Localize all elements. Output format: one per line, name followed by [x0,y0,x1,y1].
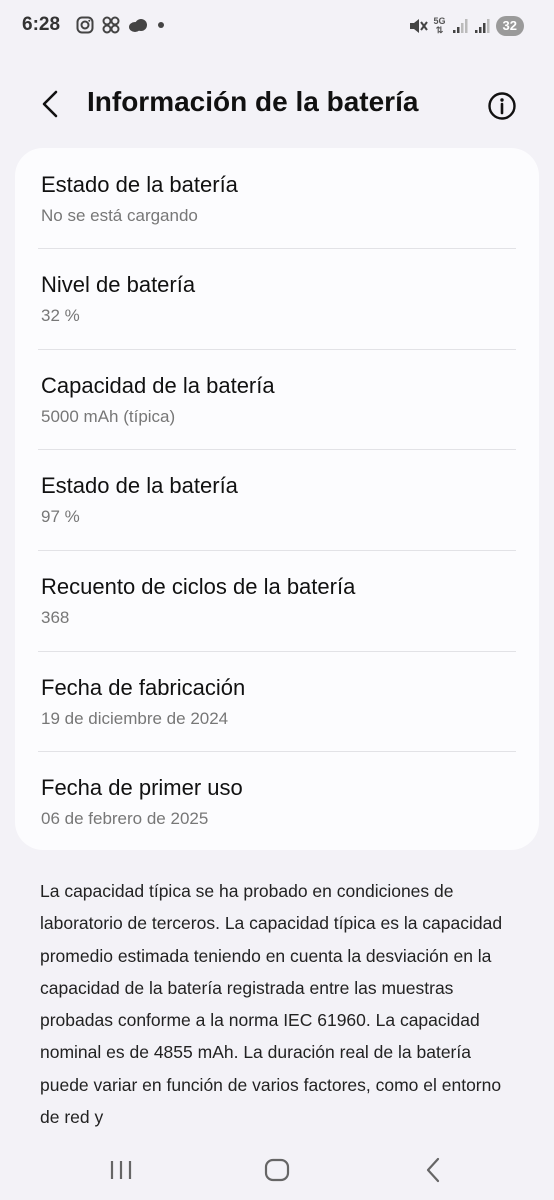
info-icon [488,92,516,120]
status-bar: 6:28 5G ⇅ 32 [0,0,554,52]
battery-indicator: 32 [495,16,524,36]
item-value: 368 [41,608,70,627]
list-item-battery-level: Nivel de batería 32 % [15,248,539,348]
item-value: No se está cargando [41,206,198,225]
info-button[interactable] [480,84,524,128]
item-value: 32 % [41,306,80,325]
cloud-icon [129,19,147,32]
item-value: 97 % [41,507,80,526]
instagram-icon [76,16,94,34]
battery-info-card: Estado de la batería No se está cargando… [15,148,539,850]
list-item-manufacture-date: Fecha de fabricación 19 de diciembre de … [15,651,539,751]
back-nav-button[interactable] [408,1150,458,1190]
item-value: 19 de diciembre de 2024 [41,709,229,728]
navigation-bar [0,1140,554,1200]
app-header: Información de la batería [0,70,554,134]
item-label: Fecha de primer uso [41,775,243,800]
home-button[interactable] [252,1150,302,1190]
home-icon [264,1158,290,1182]
item-label: Recuento de ciclos de la batería [41,574,356,599]
item-value: 06 de febrero de 2025 [41,809,209,828]
status-time: 6:28 [22,14,61,35]
capacity-note: La capacidad típica se ha probado en con… [40,881,503,1128]
item-label: Estado de la batería [41,172,238,197]
mute-icon [409,19,428,33]
notification-icons [76,16,166,34]
back-icon [426,1157,440,1183]
pinwheel-icon [102,16,120,34]
item-label: Nivel de batería [41,272,196,297]
item-label: Capacidad de la batería [41,373,275,398]
back-arrow-icon [42,90,58,118]
list-item-cycle-count: Recuento de ciclos de la batería 368 [15,550,539,650]
list-item-battery-status: Estado de la batería No se está cargando [15,148,539,248]
dot-icon [158,22,164,28]
page-title: Información de la batería [87,86,419,117]
signal-icon [452,19,468,33]
item-label: Fecha de fabricación [41,675,246,700]
item-label: Estado de la batería [41,473,238,498]
signal-icon [474,19,490,33]
list-item-battery-capacity: Capacidad de la batería 5000 mAh (típica… [15,349,539,449]
system-status-icons: 5G ⇅ 32 [408,16,524,36]
list-item-first-use-date: Fecha de primer uso 06 de febrero de 202… [15,751,539,851]
recents-icon [110,1161,132,1179]
5g-icon: 5G ⇅ [433,16,446,35]
recents-button[interactable] [96,1150,146,1190]
back-button[interactable] [30,84,70,124]
item-value: 5000 mAh (típica) [41,407,176,426]
list-item-battery-health: Estado de la batería 97 % [15,449,539,549]
